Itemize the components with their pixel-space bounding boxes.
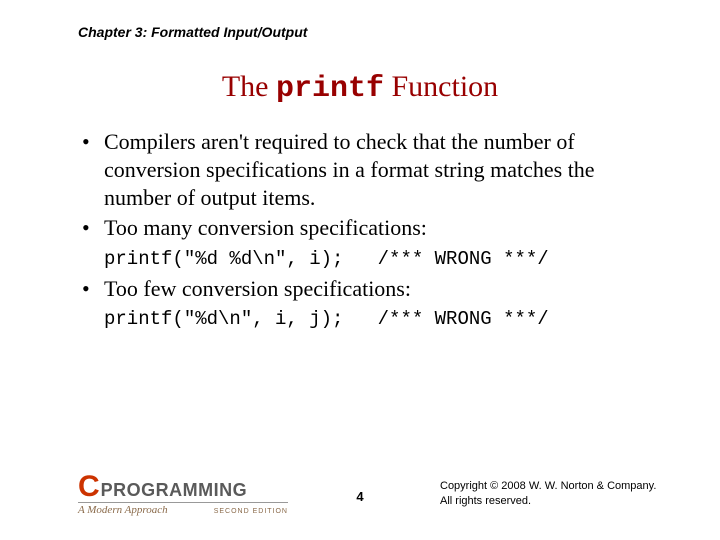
- title-post: Function: [384, 70, 498, 103]
- bullet-1: Compilers aren't required to check that …: [78, 128, 658, 212]
- slide-title: The printf Function: [0, 70, 720, 106]
- bullet-2: Too many conversion specifications:: [78, 214, 658, 242]
- bullet-3: Too few conversion specifications:: [78, 275, 658, 303]
- title-pre: The: [222, 70, 276, 103]
- logo-edition: SECOND EDITION: [214, 508, 288, 515]
- code-example-1: printf("%d %d\n", i); /*** WRONG ***/: [78, 247, 658, 271]
- chapter-header: Chapter 3: Formatted Input/Output: [78, 24, 307, 40]
- copyright-line-1: Copyright © 2008 W. W. Norton & Company.: [440, 479, 660, 493]
- slide-body: Compilers aren't required to check that …: [78, 128, 658, 335]
- logo-approach: A Modern Approach: [78, 504, 168, 516]
- copyright: Copyright © 2008 W. W. Norton & Company.…: [440, 479, 660, 508]
- title-code: printf: [276, 72, 384, 106]
- footer: C PROGRAMMING A Modern Approach SECOND E…: [0, 466, 720, 516]
- copyright-line-2: All rights reserved.: [440, 494, 660, 508]
- logo-subtitle: A Modern Approach SECOND EDITION: [78, 502, 288, 516]
- code-example-2: printf("%d\n", i, j); /*** WRONG ***/: [78, 307, 658, 331]
